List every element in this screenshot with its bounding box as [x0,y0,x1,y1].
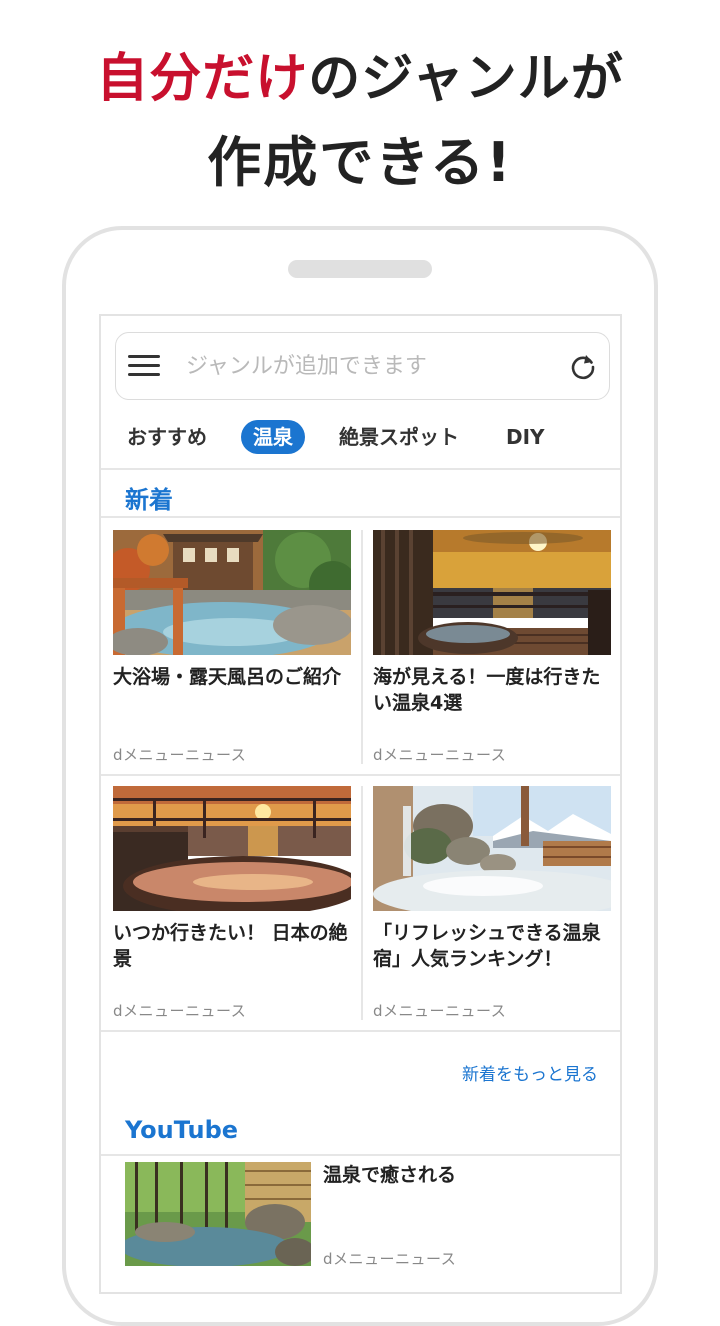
video-source: dメニューニュース [323,1250,457,1268]
article-card-1[interactable]: 大浴場・露天風呂のご紹介 dメニューニュース [113,530,351,764]
app-screen: おすすめ 温泉 絶景スポット DIY 新着 [99,314,622,1294]
article-title: 「リフレッシュできる温泉宿」人気ランキング！ [373,922,601,970]
article-card-4[interactable]: 「リフレッシュできる温泉宿」人気ランキング！ dメニューニュース [373,786,611,1020]
phone-speaker [288,260,432,278]
article-thumbnail-image [113,786,351,911]
divider [101,1030,620,1032]
article-thumbnail-image [373,786,611,911]
divider [101,516,620,518]
article-source: dメニューニュース [373,746,507,764]
tab-zekkei-spot[interactable]: 絶景スポット [339,420,459,454]
tab-osusume[interactable]: おすすめ [127,420,207,454]
article-thumbnail-image [373,530,611,655]
section-title-youtube: YouTube [125,1116,239,1144]
article-source: dメニューニュース [373,1002,507,1020]
article-source: dメニューニュース [113,1002,247,1020]
genre-tabs: おすすめ 温泉 絶景スポット DIY [101,416,620,458]
tab-onsen[interactable]: 温泉 [241,420,305,454]
tab-diy[interactable]: DIY [506,420,545,454]
article-title: 大浴場・露天風呂のご紹介 [113,666,342,688]
headline-line-2: 作成できる! [207,131,513,194]
article-title: いつか行きたい！ 日本の絶景 [113,922,348,970]
card-separator [361,530,363,764]
article-thumbnail-image [113,530,351,655]
video-title[interactable]: 温泉で癒される [323,1160,456,1187]
divider [101,1154,620,1156]
card-separator [361,786,363,1020]
video-thumbnail-image[interactable] [125,1162,311,1266]
divider [101,468,620,470]
hamburger-menu-icon[interactable] [128,355,160,377]
refresh-icon[interactable] [568,351,598,381]
search-bar [115,332,610,400]
article-source: dメニューニュース [113,746,247,764]
genre-search-input[interactable] [186,347,556,385]
article-title: 海が見える！一度は行きたい温泉4選 [373,666,601,714]
headline-rest: のジャンルが [308,49,624,109]
article-card-2[interactable]: 海が見える！一度は行きたい温泉4選 dメニューニュース [373,530,611,764]
more-new-link[interactable]: 新着をもっと見る [462,1060,598,1085]
divider [101,774,620,776]
headline-line-1: 自分だけのジャンルが [0,36,720,111]
section-title-new: 新着 [125,486,173,514]
headline-accent: 自分だけ [96,49,309,109]
article-card-3[interactable]: いつか行きたい！ 日本の絶景 dメニューニュース [113,786,351,1020]
